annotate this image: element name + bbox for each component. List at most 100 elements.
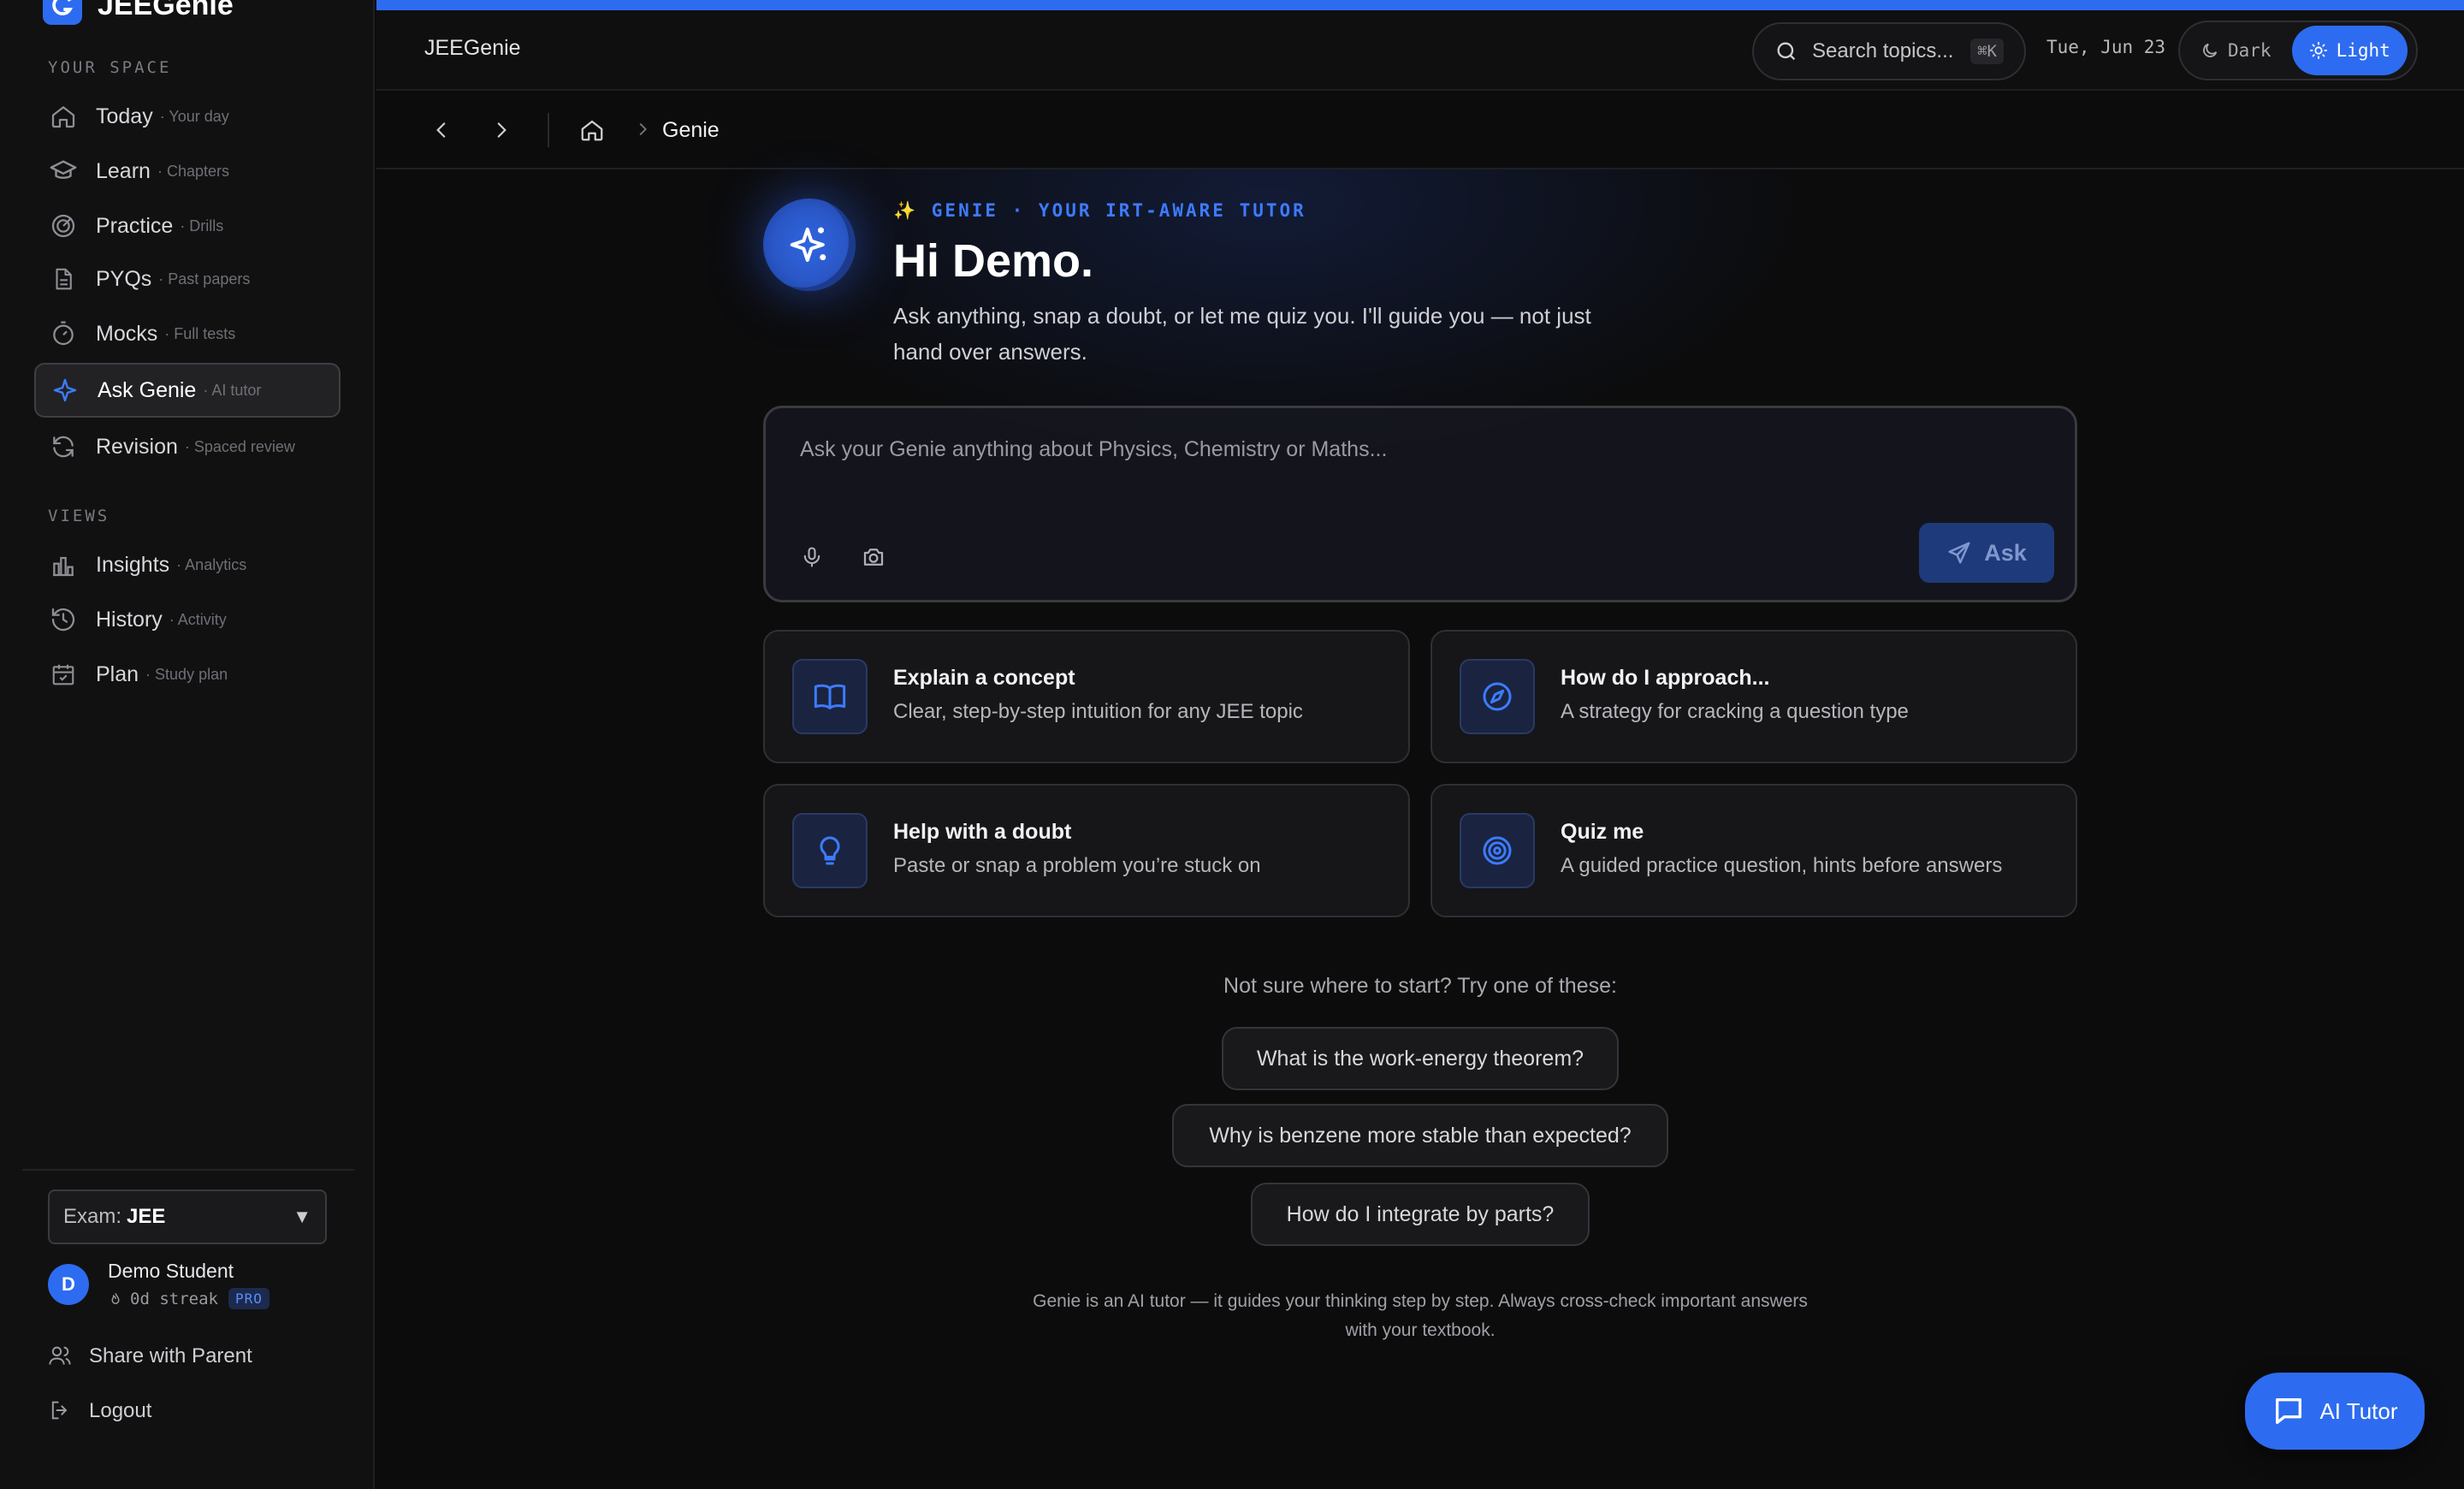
microphone-icon[interactable] (797, 542, 827, 572)
sidebar-divider (22, 1169, 354, 1171)
status-badge: PRO (228, 1288, 270, 1309)
sidebar-item-label: Practice (96, 213, 174, 238)
card-title: Quiz me (1561, 820, 1644, 844)
streak-count: 0d streak (130, 1289, 218, 1308)
sidebar-item-label: History (96, 607, 163, 632)
ai-tutor-label: AI Tutor (2319, 1397, 2398, 1424)
sidebar-item-sublabel: · Full tests (164, 324, 236, 342)
bar-chart-icon (48, 549, 79, 580)
book-icon (792, 659, 868, 734)
sidebar-item-sublabel: · Study plan (145, 665, 228, 683)
hero-subtitle: Ask anything, snap a doubt, or let me qu… (893, 303, 1591, 365)
logout-label: Logout (89, 1399, 152, 1422)
ai-tutor-button[interactable]: AI Tutor (2245, 1373, 2425, 1450)
sidebar-item-sublabel: · Analytics (176, 555, 247, 573)
sidebar-item-today[interactable]: Today · Your day (34, 89, 341, 144)
exam-select-value: JEE (127, 1205, 166, 1228)
ask-input[interactable] (800, 437, 1998, 462)
sidebar-item-pyqs[interactable]: PYQs · Past papers (34, 252, 341, 306)
card-title: Help with a doubt (893, 820, 1072, 844)
document-icon (48, 264, 79, 294)
card-explain-concept[interactable]: Explain a concept Clear, step-by-step in… (763, 630, 1410, 763)
sparkle-icon (786, 222, 832, 268)
card-description: Clear, step-by-step intuition for any JE… (893, 700, 1303, 723)
home-icon (48, 101, 79, 132)
card-how-approach[interactable]: How do I approach... A strategy for crac… (1430, 630, 2077, 763)
flame-icon (108, 1291, 123, 1307)
keyboard-shortcut: ⌘K (1970, 39, 2004, 64)
sidebar-item-label: Plan (96, 661, 139, 686)
sidebar-item-plan[interactable]: Plan · Study plan (34, 647, 341, 702)
disclaimer-text: Genie is an AI tutor — it guides your th… (1033, 1291, 1808, 1340)
genie-avatar (763, 199, 856, 291)
sidebar-item-history[interactable]: History · Activity (34, 592, 341, 647)
section-title-your-space: YOUR SPACE (48, 58, 172, 77)
home-icon[interactable] (575, 113, 609, 147)
camera-icon[interactable] (858, 542, 889, 572)
lightbulb-icon (792, 813, 868, 888)
theme-dark-label: Dark (2228, 40, 2272, 61)
suggestion-chip[interactable]: Why is benzene more stable than expected… (1172, 1104, 1668, 1167)
sidebar-item-revision[interactable]: Revision · Spaced review (34, 419, 341, 474)
logout-icon (48, 1398, 74, 1424)
sparkle-icon (50, 375, 80, 406)
compass-icon (1460, 659, 1535, 734)
section-title-views: VIEWS (48, 507, 110, 525)
search-placeholder: Search topics... (1812, 39, 1954, 62)
breadcrumb: Genie (376, 91, 2464, 169)
card-title: How do I approach... (1561, 666, 1770, 690)
ask-button[interactable]: Ask (1919, 523, 2054, 583)
refresh-icon (48, 431, 79, 462)
search-icon (1774, 39, 1798, 63)
ask-button-label: Ask (1984, 539, 2027, 566)
sun-icon (2309, 41, 2328, 60)
share-with-parent-link[interactable]: Share with Parent (48, 1344, 252, 1369)
card-help-doubt[interactable]: Help with a doubt Paste or snap a proble… (763, 784, 1410, 917)
sidebar-item-sublabel: · AI tutor (203, 381, 262, 399)
sidebar-item-insights[interactable]: Insights · Analytics (34, 537, 341, 592)
top-accent-bar (376, 0, 2464, 10)
send-icon (1946, 540, 1972, 566)
chevron-right-icon (633, 120, 654, 140)
search-input[interactable]: Search topics... ⌘K (1752, 22, 2026, 80)
exam-select[interactable]: Exam: JEE ▼ (48, 1189, 327, 1244)
topbar: JEEGenie Search topics... ⌘K Tue, Jun 23… (376, 10, 2464, 91)
sidebar-item-practice[interactable]: Practice · Drills (34, 199, 341, 253)
avatar: D (48, 1264, 89, 1305)
theme-toggle: Dark Light (2178, 21, 2418, 80)
history-icon (48, 604, 79, 635)
sidebar-item-label: Today (96, 104, 153, 128)
user-name: Demo Student (108, 1260, 234, 1282)
card-title: Explain a concept (893, 666, 1075, 690)
chat-icon (2272, 1394, 2306, 1428)
page-title: JEEGenie (424, 36, 521, 60)
breadcrumb-current: Genie (662, 118, 720, 142)
user-profile[interactable]: D Demo Student 0d streak PRO (48, 1260, 270, 1309)
suggestion-chip[interactable]: What is the work-energy theorem? (1222, 1027, 1619, 1090)
exam-select-prefix: Exam: (63, 1205, 122, 1228)
theme-light-button[interactable]: Light (2291, 26, 2408, 75)
hero-eyebrow: ✨ GENIE · YOUR IRT-AWARE TUTOR (893, 200, 1306, 221)
graduation-cap-icon (48, 156, 79, 187)
target-icon (48, 211, 79, 241)
sidebar-item-label: Learn (96, 158, 151, 183)
brand[interactable]: JEEGenie (43, 0, 234, 25)
sidebar-item-mocks[interactable]: Mocks · Full tests (34, 306, 341, 361)
back-button[interactable] (424, 113, 459, 147)
logo-icon (43, 0, 82, 25)
bullseye-icon (1460, 813, 1535, 888)
sidebar-item-learn[interactable]: Learn · Chapters (34, 144, 341, 199)
theme-dark-button[interactable]: Dark (2183, 26, 2289, 75)
sidebar-item-ask-genie[interactable]: Ask Genie · AI tutor (34, 363, 341, 418)
sidebar-item-label: Ask Genie (98, 377, 197, 402)
sidebar-item-label: Insights (96, 552, 170, 577)
hero-title: Hi Demo. (893, 235, 1094, 287)
stopwatch-icon (48, 318, 79, 349)
card-quiz-me[interactable]: Quiz me A guided practice question, hint… (1430, 784, 2077, 917)
sidebar-item-sublabel: · Chapters (157, 162, 229, 180)
moon-icon (2200, 41, 2219, 60)
forward-button[interactable] (484, 113, 518, 147)
suggestion-chip[interactable]: How do I integrate by parts? (1251, 1183, 1590, 1246)
theme-light-label: Light (2336, 40, 2390, 61)
logout-link[interactable]: Logout (48, 1398, 151, 1424)
